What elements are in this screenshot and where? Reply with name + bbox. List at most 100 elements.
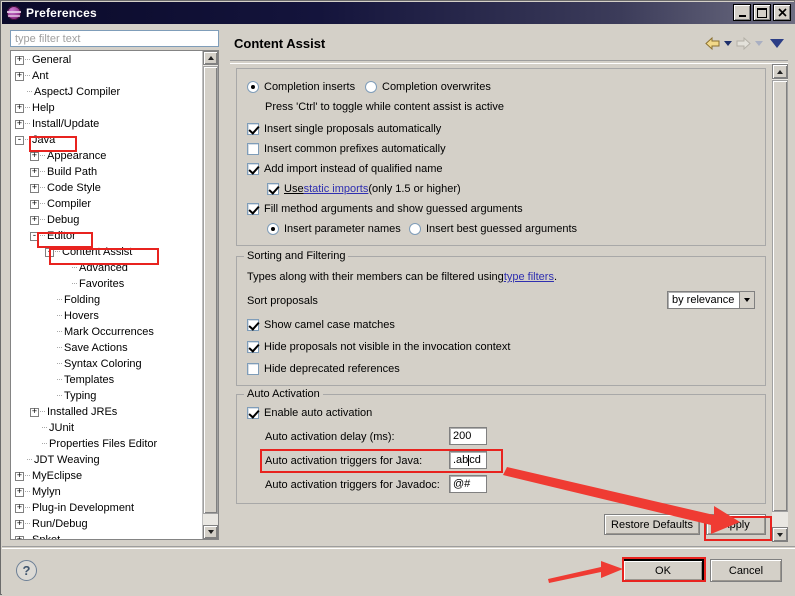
tree-item-label: Hovers xyxy=(64,310,99,322)
back-dropdown-icon[interactable] xyxy=(724,41,732,46)
ok-button[interactable]: OK xyxy=(622,559,704,582)
cancel-button[interactable]: Cancel xyxy=(710,559,782,582)
expand-icon[interactable]: + xyxy=(15,535,24,539)
type-filters-link[interactable]: type filters xyxy=(504,271,554,283)
insert-parameter-names-radio[interactable]: Insert parameter names xyxy=(267,223,401,235)
expand-icon[interactable]: + xyxy=(15,471,24,481)
chevron-down-icon[interactable] xyxy=(739,292,754,308)
auto-activation-javadoc-input[interactable]: @# xyxy=(449,475,487,493)
restore-defaults-button[interactable]: Restore Defaults xyxy=(604,514,700,535)
checkbox-label: Hide deprecated references xyxy=(264,363,400,375)
tree-item-save-actions[interactable]: Save Actions xyxy=(11,340,204,356)
tree-item-myeclipse[interactable]: + MyEclipse xyxy=(11,468,204,484)
tree-item-junit[interactable]: JUnit xyxy=(11,420,204,436)
checkbox-label: Insert single proposals automatically xyxy=(264,123,442,135)
hide-deprecated-checkbox[interactable]: Hide deprecated references xyxy=(247,363,400,375)
tree-item-install-update[interactable]: + Install/Update xyxy=(11,116,204,132)
insert-common-prefixes-checkbox[interactable]: Insert common prefixes automatically xyxy=(247,143,446,155)
expand-icon[interactable]: + xyxy=(30,199,39,209)
view-menu-icon[interactable] xyxy=(770,39,784,48)
tree-item-java[interactable]: - Java xyxy=(11,132,204,148)
expand-icon[interactable]: + xyxy=(30,183,39,193)
filter-input[interactable]: type filter text xyxy=(10,30,219,47)
tree-item-folding[interactable]: Folding xyxy=(11,292,204,308)
tree-item-properties-files-editor[interactable]: Properties Files Editor xyxy=(11,436,204,452)
completion-overwrites-radio[interactable]: Completion overwrites xyxy=(365,81,491,93)
tree-item-ant[interactable]: + Ant xyxy=(11,68,204,84)
sidebar-scroll-up-button[interactable] xyxy=(203,51,218,65)
help-question-icon[interactable]: ? xyxy=(16,560,37,581)
sort-proposals-select[interactable]: by relevance xyxy=(667,291,755,309)
auto-activation-java-input[interactable]: .ab cd xyxy=(449,451,487,469)
close-button[interactable] xyxy=(773,4,791,21)
enable-auto-activation-checkbox[interactable]: Enable auto activation xyxy=(247,407,372,419)
tree-item-advanced[interactable]: Advanced xyxy=(11,260,204,276)
sidebar-scroll-thumb[interactable] xyxy=(203,66,218,514)
expand-icon[interactable]: + xyxy=(15,519,24,529)
tree-item-help[interactable]: + Help xyxy=(11,100,204,116)
tree-item-build-path[interactable]: + Build Path xyxy=(11,164,204,180)
expand-icon[interactable]: + xyxy=(15,55,24,65)
hide-proposals-checkbox[interactable]: Hide proposals not visible in the invoca… xyxy=(247,341,510,353)
maximize-button[interactable] xyxy=(753,4,771,21)
static-imports-link[interactable]: static imports xyxy=(304,183,369,195)
tree-item-hovers[interactable]: Hovers xyxy=(11,308,204,324)
tree-connector xyxy=(27,459,32,461)
java-value-before-caret: .ab xyxy=(453,454,469,466)
expand-icon[interactable]: + xyxy=(15,503,24,513)
tree-item-compiler[interactable]: + Compiler xyxy=(11,196,204,212)
content-scroll-up-button[interactable] xyxy=(772,64,788,79)
tree-item-appearance[interactable]: + Appearance xyxy=(11,148,204,164)
tree-item-mylyn[interactable]: + Mylyn xyxy=(11,484,204,500)
tree-item-templates[interactable]: Templates xyxy=(11,372,204,388)
tree-item-content-assist[interactable]: - Content Assist xyxy=(11,244,204,260)
expand-icon[interactable]: + xyxy=(15,119,24,129)
tree-item-favorites[interactable]: Favorites xyxy=(11,276,204,292)
tree-item-jdt-weaving[interactable]: JDT Weaving xyxy=(11,452,204,468)
tree-item-debug[interactable]: + Debug xyxy=(11,212,204,228)
insert-single-proposals-checkbox[interactable]: Insert single proposals automatically xyxy=(247,123,441,135)
tree-item-spket[interactable]: + Spket xyxy=(11,532,204,539)
sidebar-scrollbar[interactable] xyxy=(202,51,218,539)
sidebar-scroll-down-button[interactable] xyxy=(203,525,218,539)
group-title: Sorting and Filtering xyxy=(244,250,349,262)
tree-item-syntax-coloring[interactable]: Syntax Coloring xyxy=(11,356,204,372)
tree-item-aspectj-compiler[interactable]: AspectJ Compiler xyxy=(11,84,204,100)
collapse-icon[interactable]: - xyxy=(15,135,24,145)
tree-item-general[interactable]: + General xyxy=(11,52,204,68)
add-import-checkbox[interactable]: Add import instead of qualified name xyxy=(247,163,443,175)
completion-inserts-radio[interactable]: Completion inserts xyxy=(247,81,355,93)
show-camel-case-checkbox[interactable]: Show camel case matches xyxy=(247,319,395,331)
tree-item-editor[interactable]: - Editor xyxy=(11,228,204,244)
collapse-icon[interactable]: - xyxy=(30,231,39,241)
content-scroll-thumb[interactable] xyxy=(772,80,788,512)
collapse-icon[interactable]: - xyxy=(45,247,54,257)
tree-item-plug-in-development[interactable]: + Plug-in Development xyxy=(11,500,204,516)
expand-icon[interactable]: + xyxy=(30,407,39,417)
expand-icon[interactable]: + xyxy=(30,215,39,225)
content-scroll-down-button[interactable] xyxy=(772,527,788,542)
tree-item-code-style[interactable]: + Code Style xyxy=(11,180,204,196)
expand-icon[interactable]: + xyxy=(30,151,39,161)
preferences-sidebar: type filter text + General + Ant AspectJ Com… xyxy=(8,28,223,544)
expand-icon[interactable]: + xyxy=(15,71,24,81)
tree-connector xyxy=(27,91,32,93)
checkbox-indicator xyxy=(247,407,259,419)
tree-item-typing[interactable]: Typing xyxy=(11,388,204,404)
fill-method-arguments-checkbox[interactable]: Fill method arguments and show guessed a… xyxy=(247,203,523,215)
apply-button[interactable]: Apply xyxy=(706,514,766,535)
tree-item-mark-occurrences[interactable]: Mark Occurrences xyxy=(11,324,204,340)
insertion-group: Completion inserts Completion overwrites… xyxy=(236,68,766,246)
back-arrow-icon[interactable] xyxy=(704,36,721,51)
insert-best-guessed-radio[interactable]: Insert best guessed arguments xyxy=(409,223,577,235)
tree-item-run-debug[interactable]: + Run/Debug xyxy=(11,516,204,532)
expand-icon[interactable]: + xyxy=(30,167,39,177)
use-static-imports-checkbox[interactable]: Use static imports (only 1.5 or higher) xyxy=(267,183,461,195)
restore-defaults-label: Restore Defaults xyxy=(611,518,693,531)
content-scrollbar[interactable] xyxy=(772,64,788,542)
minimize-button[interactable] xyxy=(733,4,751,21)
expand-icon[interactable]: + xyxy=(15,487,24,497)
expand-icon[interactable]: + xyxy=(15,103,24,113)
auto-activation-delay-input[interactable]: 200 xyxy=(449,427,487,445)
tree-item-installed-jres[interactable]: + Installed JREs xyxy=(11,404,204,420)
